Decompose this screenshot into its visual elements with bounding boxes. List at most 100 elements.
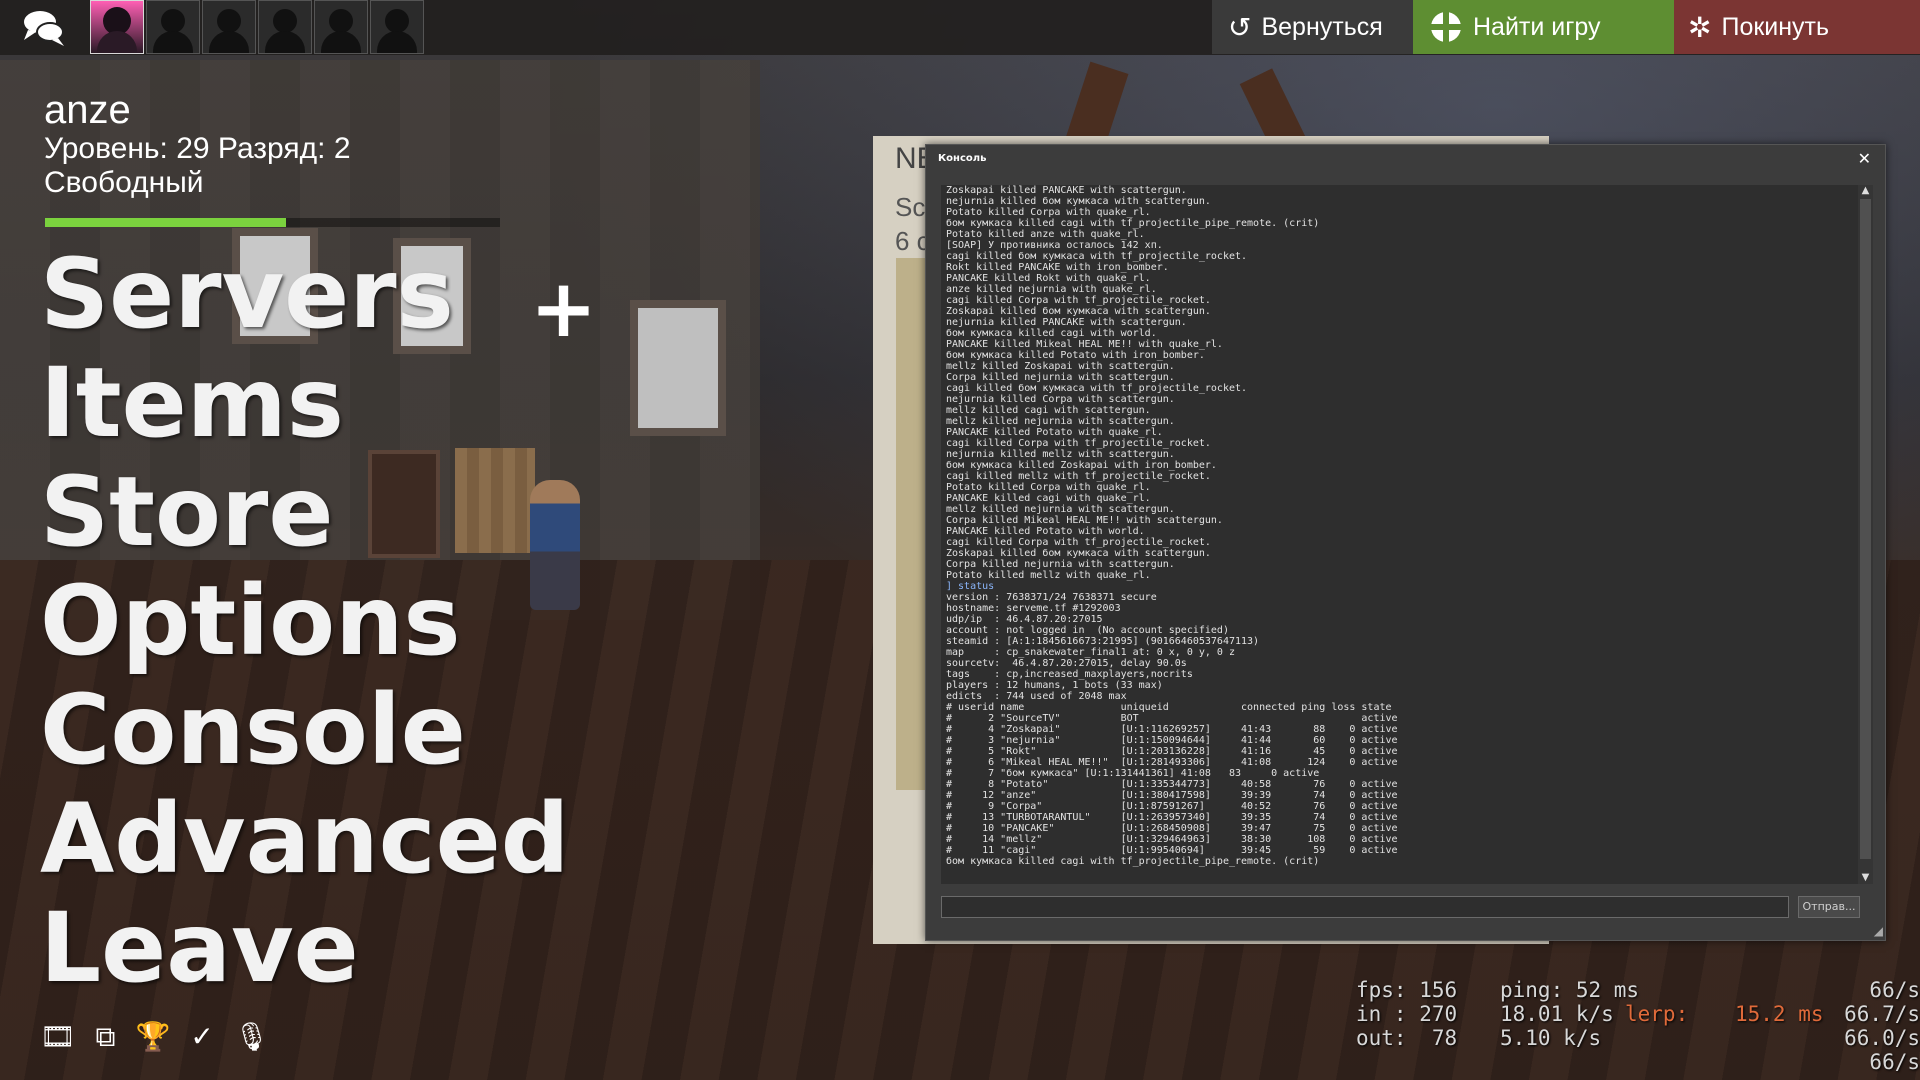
console-line: Potato killed Corpa with quake_rl. [946, 482, 1151, 493]
scrollbar-thumb[interactable] [1860, 199, 1871, 859]
console-line: cagi killed mellz with tf_projectile_roc… [946, 471, 1211, 482]
news-image-strip [896, 258, 926, 790]
console-line: Potato killed mellz with quake_rl. [946, 570, 1151, 581]
console-line: nejurnia killed PANCAKE with scattergun. [946, 317, 1187, 328]
console-output[interactable]: Zoskapai killed PANCAKE with scattergun.… [941, 185, 1859, 884]
console-line: Corpa killed Mikeal HEAL ME!! with scatt… [946, 515, 1223, 526]
scroll-down-icon[interactable]: ▼ [1858, 872, 1873, 884]
console-line: # 6 "Mikeal HEAL ME!!" [U:1:281493306] 4… [946, 757, 1398, 768]
menu-store[interactable]: Store [40, 458, 569, 567]
avatar-empty-slot[interactable] [370, 0, 424, 54]
return-button-label: Вернуться [1261, 12, 1383, 41]
console-line: Potato killed Corpa with quake_rl. [946, 207, 1151, 218]
rate-readout: 66/s [1869, 978, 1920, 1002]
console-line: tags : cp,increased_maxplayers,nocrits [946, 669, 1193, 680]
copy-icon[interactable]: ⧉ [96, 1020, 116, 1054]
rate-readout: 66.0/s [1844, 1026, 1920, 1050]
console-line: бом кумкаса killed cagi with tf_projecti… [946, 856, 1320, 867]
console-line: Zoskapai killed бом кумкаса with scatter… [946, 548, 1211, 559]
find-game-button-label: Найти игру [1473, 12, 1601, 41]
console-line: nejurnia killed Corpa with scattergun. [946, 394, 1175, 405]
menu-leave[interactable]: Leave [40, 894, 569, 1003]
replay-icon[interactable]: 🎞 [40, 1020, 76, 1054]
console-line: PANCAKE killed Mikeal HEAL ME!! with qua… [946, 339, 1223, 350]
xp-progress-fill [45, 218, 287, 227]
console-line: # 12 "anze" [U:1:380417598] 39:39 74 0 a… [946, 790, 1398, 801]
top-bar: ↺ Вернуться Найти игру ✲ Покинуть [0, 0, 1920, 55]
console-line: PANCAKE killed Potato with world. [946, 526, 1145, 537]
lerp-label: lerp: [1625, 1002, 1689, 1026]
building-window [630, 300, 726, 436]
console-line: cagi killed Corpa with tf_projectile_roc… [946, 295, 1211, 306]
quit-icon: ✲ [1688, 11, 1712, 43]
console-line: # 2 "SourceTV" BOT active [946, 713, 1398, 724]
avatar-empty-slot[interactable] [202, 0, 256, 54]
console-line: mellz killed Zoskapai with scattergun. [946, 361, 1175, 372]
main-menu: Servers Items Store Options Console Adva… [40, 240, 569, 1003]
trophy-icon[interactable]: 🏆 [136, 1020, 171, 1054]
console-line: бом кумкаса killed Potato with iron_bomb… [946, 350, 1205, 361]
console-line: ] status [946, 581, 995, 592]
console-line: # 13 "TURBOTARANTUL" [U:1:263957340] 39:… [946, 812, 1398, 823]
console-line: Corpa killed nejurnia with scattergun. [946, 372, 1175, 383]
avatar-empty-slot[interactable] [314, 0, 368, 54]
console-line: nejurnia killed бом кумкаса with scatter… [946, 196, 1211, 207]
console-line: Zoskapai killed бом кумкаса with scatter… [946, 306, 1211, 317]
menu-options[interactable]: Options [40, 567, 569, 676]
console-line: # 11 "cagi" [U:1:99540694] 39:45 59 0 ac… [946, 845, 1398, 856]
net-graph-rates: 66/s 66.7/s 66.0/s 66/s [1790, 978, 1920, 1074]
console-line: # 5 "Rokt" [U:1:203136228] 41:16 45 0 ac… [946, 746, 1398, 757]
console-window[interactable]: Консоль ✕ Zoskapai killed PANCAKE with s… [925, 144, 1886, 941]
chat-icon[interactable] [22, 8, 66, 48]
console-line: PANCAKE killed Potato with quake_rl. [946, 427, 1163, 438]
console-submit-button[interactable]: Отправ... [1798, 896, 1860, 918]
console-line: бом кумкаса killed cagi with tf_projecti… [946, 218, 1320, 229]
quit-button[interactable]: ✲ Покинуть [1674, 0, 1920, 54]
avatar-empty-slot[interactable] [258, 0, 312, 54]
console-line: cagi killed Corpa with tf_projectile_roc… [946, 438, 1211, 449]
console-line: mellz killed nejurnia with scattergun. [946, 416, 1175, 427]
out-readout: out: 78 [1356, 1026, 1458, 1050]
console-line: бом кумкаса killed cagi with world. [946, 328, 1157, 339]
console-line: Rokt killed PANCAKE with iron_bomber. [946, 262, 1169, 273]
bottom-toolbar: 🎞 ⧉ 🏆 ✓ 🎙 [40, 1020, 269, 1054]
console-scrollbar[interactable]: ▲ ▼ [1858, 185, 1873, 884]
player-status: Свободный [44, 166, 204, 199]
console-line: sourcetv: 46.4.87.20:27015, delay 90.0s [946, 658, 1187, 669]
console-line: steamid : [A:1:1845616673:21995] (901664… [946, 636, 1260, 647]
console-line: mellz killed nejurnia with scattergun. [946, 504, 1175, 515]
checkmark-icon[interactable]: ✓ [190, 1020, 213, 1054]
console-line: бом кумкаса killed Zoskapai with iron_bo… [946, 460, 1217, 471]
menu-console[interactable]: Console [40, 676, 569, 785]
console-line: map : cp_snakewater_final1 at: 0 x, 0 y,… [946, 647, 1235, 658]
console-line: hostname: serveme.tf #1292003 [946, 603, 1121, 614]
console-line: nejurnia killed mellz with scattergun. [946, 449, 1175, 460]
find-game-icon [1431, 12, 1461, 42]
close-icon[interactable]: ✕ [1858, 149, 1871, 168]
resize-grip-icon[interactable]: ◢ [1874, 924, 1883, 938]
console-line: cagi killed бом кумкаса with tf_projecti… [946, 251, 1248, 262]
menu-servers[interactable]: Servers [40, 240, 569, 349]
player-name: anze [44, 88, 131, 132]
avatar[interactable] [90, 0, 144, 54]
console-line: # 9 "Corpa" [U:1:87591267] 40:52 76 0 ac… [946, 801, 1398, 812]
in-readout: in : 270 [1356, 1002, 1458, 1026]
rate-readout: 66/s [1869, 1050, 1920, 1074]
console-line: # 14 "mellz" [U:1:329464963] 38:30 108 0… [946, 834, 1398, 845]
menu-advanced[interactable]: Advanced [40, 785, 569, 894]
return-button[interactable]: ↺ Вернуться [1212, 0, 1428, 54]
menu-items[interactable]: Items [40, 349, 569, 458]
microphone-icon[interactable]: 🎙 [234, 1020, 270, 1054]
console-line: PANCAKE killed Rokt with quake_rl. [946, 273, 1151, 284]
console-line: # 10 "PANCAKE" [U:1:268450908] 39:47 75 … [946, 823, 1398, 834]
console-line: [SOAP] У противника осталось 142 хп. [946, 240, 1163, 251]
avatar-empty-slot[interactable] [146, 0, 200, 54]
console-command-input[interactable] [941, 896, 1789, 918]
fps-readout: fps: 156 [1356, 978, 1458, 1002]
console-line: version : 7638371/24 7638371 secure [946, 592, 1157, 603]
find-game-button[interactable]: Найти игру [1413, 0, 1689, 54]
return-icon: ↺ [1228, 11, 1252, 43]
player-level-rank: Уровень: 29 Разряд: 2 [44, 132, 351, 165]
create-server-plus-icon[interactable]: + [530, 262, 597, 355]
scroll-up-icon[interactable]: ▲ [1858, 185, 1873, 197]
